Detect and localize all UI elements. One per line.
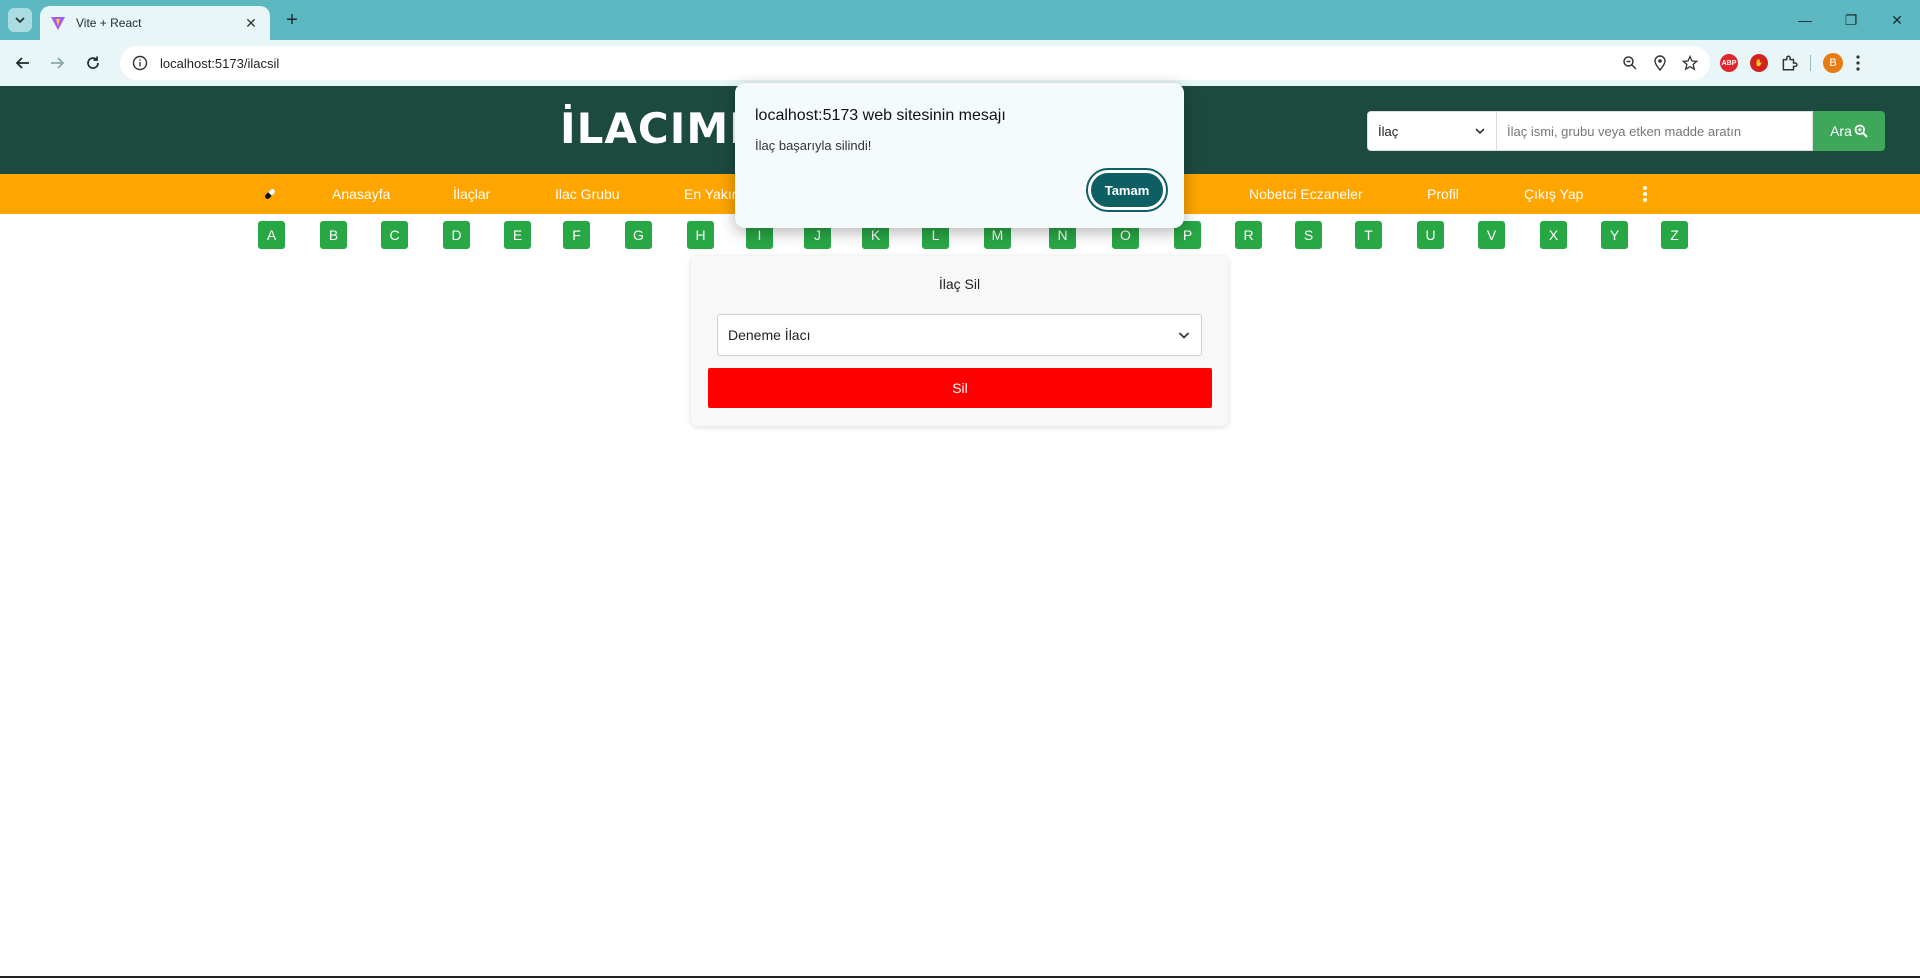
browser-tab-bar: Vite + React ✕ + — ❐ ✕ — [0, 0, 1920, 40]
letter-button-t[interactable]: T — [1355, 221, 1382, 249]
profile-avatar[interactable]: B — [1823, 53, 1843, 73]
alert-dialog: localhost:5173 web sitesinin mesajı İlaç… — [735, 83, 1184, 228]
search-icon — [1854, 124, 1868, 138]
letter-button-y[interactable]: Y — [1601, 221, 1628, 249]
minimize-button[interactable]: — — [1782, 0, 1828, 40]
browser-menu-icon[interactable] — [1855, 54, 1861, 72]
arrow-left-icon — [15, 57, 29, 69]
address-bar[interactable]: localhost:5173/ilacsil — [120, 46, 1710, 80]
letter-button-r[interactable]: R — [1235, 221, 1262, 249]
restore-button[interactable]: ❐ — [1828, 0, 1874, 40]
search-input[interactable] — [1497, 111, 1813, 151]
nav-item-profil[interactable]: Profil — [1427, 186, 1459, 202]
bookmark-star-icon[interactable] — [1682, 55, 1698, 71]
card-title: İlaç Sil — [938, 276, 981, 292]
letter-button-f[interactable]: F — [563, 221, 590, 249]
search-type-select[interactable]: İlaç — [1367, 111, 1497, 151]
toolbar-separator — [1810, 55, 1811, 71]
letter-button-a[interactable]: A — [258, 221, 285, 249]
letter-button-u[interactable]: U — [1417, 221, 1444, 249]
nav-item-nobetci-eczaneler[interactable]: Nobetci Eczaneler — [1249, 186, 1363, 202]
browser-toolbar: localhost:5173/ilacsil ABP ✋ B — [0, 40, 1920, 86]
dialog-title: localhost:5173 web sitesinin mesajı — [755, 107, 1006, 124]
delete-button[interactable]: Sil — [708, 368, 1212, 408]
letter-button-g[interactable]: G — [625, 221, 652, 249]
close-window-button[interactable]: ✕ — [1874, 0, 1920, 40]
window-controls: — ❐ ✕ — [1782, 0, 1920, 40]
letter-button-v[interactable]: V — [1478, 221, 1505, 249]
letter-button-x[interactable]: X — [1540, 221, 1567, 249]
letter-button-s[interactable]: S — [1295, 221, 1322, 249]
browser-tab[interactable]: Vite + React ✕ — [40, 6, 270, 40]
letter-button-c[interactable]: C — [381, 221, 408, 249]
adblock-plus-icon[interactable]: ABP — [1720, 54, 1738, 72]
extensions-puzzle-icon[interactable] — [1780, 54, 1798, 72]
chevron-down-icon — [1475, 128, 1485, 135]
extensions-area: ABP ✋ B — [1720, 50, 1861, 76]
nav-item-ilaclar[interactable]: İlaçlar — [453, 186, 490, 202]
delete-drug-card: İlaç Sil Deneme İlacı Sil — [691, 256, 1228, 426]
search-group: İlaç Ara — [1367, 111, 1885, 151]
back-button[interactable] — [10, 50, 36, 76]
nav-item-en-yakin[interactable]: En Yakın — [684, 186, 740, 202]
letter-button-b[interactable]: B — [320, 221, 347, 249]
more-menu-icon[interactable] — [1638, 184, 1652, 204]
pill-icon[interactable] — [262, 186, 278, 202]
site-info-icon[interactable] — [132, 55, 148, 71]
letter-button-z[interactable]: Z — [1661, 221, 1688, 249]
chevron-down-icon — [1178, 332, 1190, 339]
chevron-down-icon — [15, 17, 25, 24]
dialog-ok-button[interactable]: Tamam — [1086, 168, 1168, 212]
nav-item-anasayfa[interactable]: Anasayfa — [332, 186, 390, 202]
tab-search-button[interactable] — [8, 8, 32, 32]
drug-select-value: Deneme İlacı — [728, 327, 811, 343]
reload-button[interactable] — [80, 50, 106, 76]
url-text[interactable]: localhost:5173/ilacsil — [160, 56, 1622, 71]
adblock-hand-icon[interactable]: ✋ — [1750, 54, 1768, 72]
dialog-message: İlaç başarıyla silindi! — [755, 138, 872, 153]
search-button-label: Ara — [1830, 123, 1852, 139]
letter-button-h[interactable]: H — [687, 221, 714, 249]
tab-close-icon[interactable]: ✕ — [242, 14, 260, 32]
letter-button-e[interactable]: E — [504, 221, 531, 249]
nav-item-cikis-yap[interactable]: Çıkış Yap — [1524, 186, 1583, 202]
zoom-icon[interactable] — [1622, 55, 1638, 71]
location-icon[interactable] — [1652, 55, 1668, 71]
reload-icon — [87, 56, 99, 69]
letter-button-d[interactable]: D — [443, 221, 470, 249]
arrow-right-icon — [51, 57, 65, 69]
new-tab-button[interactable]: + — [280, 8, 304, 32]
forward-button[interactable] — [44, 50, 70, 76]
nav-item-ilac-grubu[interactable]: Ilac Grubu — [555, 186, 620, 202]
site-logo[interactable]: İLACIMI — [560, 104, 746, 153]
vite-logo-icon — [51, 17, 65, 30]
tab-title: Vite + React — [76, 16, 142, 30]
drug-select[interactable]: Deneme İlacı — [717, 314, 1202, 356]
search-button[interactable]: Ara — [1813, 111, 1885, 151]
search-type-value: İlaç — [1378, 123, 1399, 139]
